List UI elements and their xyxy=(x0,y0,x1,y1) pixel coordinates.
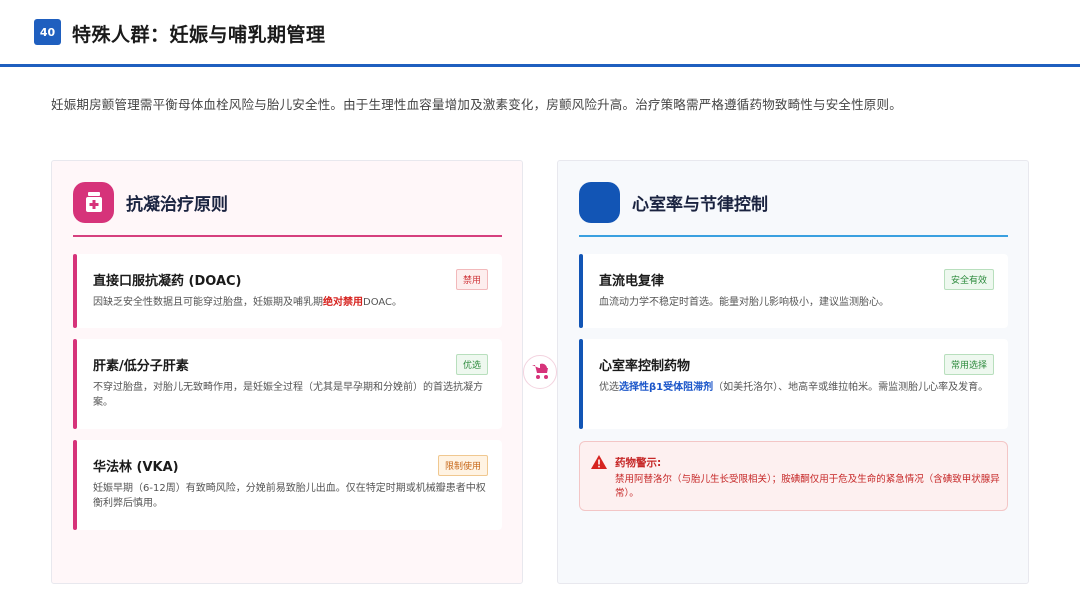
card-accent-bar xyxy=(73,254,77,328)
status-badge: 安全有效 xyxy=(943,269,994,290)
slide-header: 40 特殊人群：妊娠与哺乳期管理 xyxy=(0,0,1080,67)
rate-rhythm-panel: 心室率与节律控制 直流电复律 安全有效 血流动力学不稳定时首选。能量对胎儿影响极… xyxy=(557,160,1029,584)
card-title: 直接口服抗凝药 (DOAC) xyxy=(93,274,242,289)
doac-card: 直接口服抗凝药 (DOAC) 禁用 因缺乏安全性数据且可能穿过胎盘，妊娠期及哺乳… xyxy=(73,254,502,328)
panel-title: 抗凝治疗原则 xyxy=(126,194,228,215)
card-accent-bar xyxy=(73,440,77,530)
medicine-bottle-icon xyxy=(73,181,114,223)
intro-text: 妊娠期房颤管理需平衡母体血栓风险与胎儿安全性。由于生理性血容量增加及激素变化，房… xyxy=(51,97,902,112)
status-badge: 常用选择 xyxy=(943,354,994,375)
page-number-badge: 40 xyxy=(34,19,61,45)
card-accent-bar xyxy=(579,254,583,328)
highlight-text: 选择性β1受体阻滞剂 xyxy=(619,382,714,393)
panel-divider xyxy=(73,235,502,237)
warning-text: 禁用阿替洛尔（与胎儿生长受限相关）；胺碘酮仅用于危及生命的紧急情况（含碘致甲状腺… xyxy=(615,474,1000,499)
card-description: 血流动力学不稳定时首选。能量对胎儿影响极小，建议监测胎心。 xyxy=(599,297,889,308)
highlight-text: 绝对禁用 xyxy=(323,297,363,308)
card-accent-bar xyxy=(73,339,77,429)
card-description: 妊娠早期（6-12周）有致畸风险，分娩前易致胎儿出血。仅在特定时期或机械瓣患者中… xyxy=(93,483,486,509)
card-title: 肝素/低分子肝素 xyxy=(93,359,189,374)
warning-title: 药物警示: xyxy=(615,457,662,469)
status-badge: 禁用 xyxy=(455,269,488,290)
rate-control-card: 心室率控制药物 常用选择 优选选择性β1受体阻滞剂（如美托洛尔）、地高辛或维拉帕… xyxy=(579,339,1008,429)
panel-header: 心室率与节律控制 xyxy=(579,180,768,224)
page-title: 特殊人群：妊娠与哺乳期管理 xyxy=(72,24,326,46)
card-title: 心室率控制药物 xyxy=(599,359,691,374)
warning-triangle-icon xyxy=(591,455,607,469)
card-accent-bar xyxy=(579,339,583,429)
card-description: 不穿过胎盘，对胎儿无致畸作用，是妊娠全过程（尤其是早孕期和分娩前）的首选抗凝方案… xyxy=(93,382,483,408)
warfarin-card: 华法林 (VKA) 限制使用 妊娠早期（6-12周）有致畸风险，分娩前易致胎儿出… xyxy=(73,440,502,530)
heart-rhythm-icon xyxy=(579,181,620,223)
drug-warning-box: 药物警示: 禁用阿替洛尔（与胎儿生长受限相关）；胺碘酮仅用于危及生命的紧急情况（… xyxy=(579,441,1008,511)
card-description: 因缺乏安全性数据且可能穿过胎盘，妊娠期及哺乳期绝对禁用DOAC。 xyxy=(93,297,403,308)
status-badge: 优选 xyxy=(455,354,488,375)
card-description: 优选选择性β1受体阻滞剂（如美托洛尔）、地高辛或维拉帕米。需监测胎儿心率及发育。 xyxy=(599,382,989,393)
header-divider xyxy=(0,64,1080,67)
card-title: 直流电复律 xyxy=(599,274,665,289)
anticoagulation-panel: 抗凝治疗原则 直接口服抗凝药 (DOAC) 禁用 因缺乏安全性数据且可能穿过胎盘… xyxy=(51,160,523,584)
baby-stroller-icon xyxy=(523,355,557,389)
panel-header: 抗凝治疗原则 xyxy=(73,180,228,224)
heparin-card: 肝素/低分子肝素 优选 不穿过胎盘，对胎儿无致畸作用，是妊娠全过程（尤其是早孕期… xyxy=(73,339,502,429)
cardioversion-card: 直流电复律 安全有效 血流动力学不稳定时首选。能量对胎儿影响极小，建议监测胎心。 xyxy=(579,254,1008,328)
status-badge: 限制使用 xyxy=(437,455,488,476)
panel-divider xyxy=(579,235,1008,237)
panel-title: 心室率与节律控制 xyxy=(632,194,768,215)
card-title: 华法林 (VKA) xyxy=(93,460,179,475)
